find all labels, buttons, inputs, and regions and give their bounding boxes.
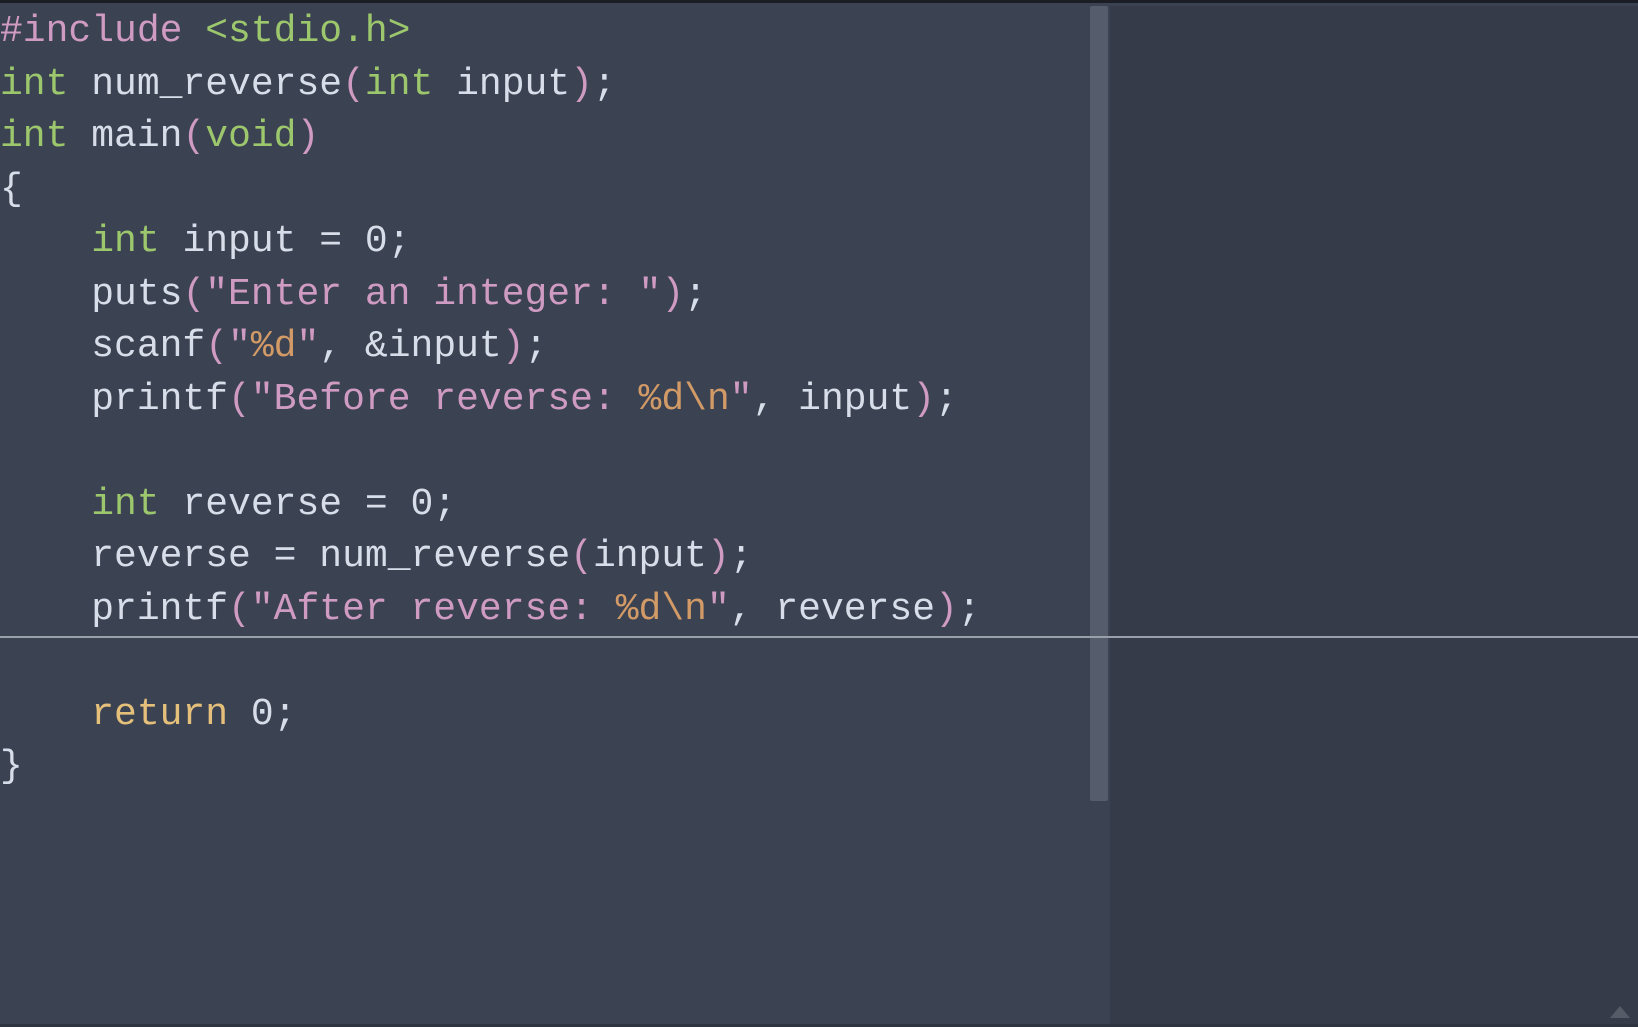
code-line-10[interactable]: int reverse = 0; (0, 479, 1088, 532)
number-literal: 0 (365, 216, 388, 268)
function-name: main (91, 111, 182, 163)
variable: input (798, 374, 912, 426)
code-line-9[interactable] (0, 426, 1088, 479)
code-line-5[interactable]: int input = 0; (0, 216, 1088, 269)
escape-sequence: \n (661, 584, 707, 636)
variable: input (388, 321, 502, 373)
variable: reverse (91, 531, 273, 583)
string-quote: " (251, 374, 274, 426)
semicolon: ; (433, 479, 456, 531)
open-brace: { (0, 164, 23, 216)
function-call: printf (91, 584, 228, 636)
escape-sequence: \n (684, 374, 730, 426)
semicolon: ; (935, 374, 958, 426)
semicolon: ; (274, 689, 297, 741)
type-keyword: int (0, 111, 68, 163)
comma: , (730, 584, 776, 636)
code-editor[interactable]: #include <stdio.h> int num_reverse(int i… (0, 6, 1088, 1027)
paren: ) (707, 531, 730, 583)
preprocessor-directive: #include (0, 6, 205, 58)
semicolon: ; (958, 584, 981, 636)
type-keyword: int (91, 479, 159, 531)
paren: ( (182, 269, 205, 321)
return-keyword: return (91, 689, 228, 741)
operator: = (365, 479, 388, 531)
paren: ) (502, 321, 525, 373)
comma: , (753, 374, 799, 426)
type-keyword: int (91, 216, 159, 268)
semicolon: ; (593, 59, 616, 111)
format-specifier: %d (616, 584, 662, 636)
code-line-4[interactable]: { (0, 164, 1088, 217)
code-line-13[interactable] (0, 636, 1088, 689)
semicolon: ; (730, 531, 753, 583)
function-call: printf (91, 374, 228, 426)
paren: ( (342, 59, 365, 111)
string-content: After reverse: (274, 584, 616, 636)
number-literal: 0 (411, 479, 434, 531)
editor-viewport: #include <stdio.h> int num_reverse(int i… (0, 0, 1638, 1024)
string-content: Before reverse: (274, 374, 639, 426)
operator: = (274, 531, 297, 583)
code-line-6[interactable]: puts("Enter an integer: "); (0, 269, 1088, 322)
code-line-1[interactable]: #include <stdio.h> (0, 6, 1088, 59)
function-call: puts (91, 269, 182, 321)
paren: ) (570, 59, 593, 111)
paren: ) (661, 269, 684, 321)
gutter-divider (1088, 6, 1110, 1024)
paren: ( (205, 321, 228, 373)
format-specifier: %d (639, 374, 685, 426)
string-quote: " (730, 374, 753, 426)
paren: ) (296, 111, 319, 163)
string-quote: " (707, 584, 730, 636)
argument: input (593, 531, 707, 583)
paren: ( (228, 584, 251, 636)
code-line-3[interactable]: int main(void) (0, 111, 1088, 164)
comma: , (319, 321, 365, 373)
operator: = (319, 216, 342, 268)
function-call: scanf (91, 321, 205, 373)
string-literal: "Enter an integer: " (205, 269, 661, 321)
resize-handle-icon[interactable] (1610, 1006, 1630, 1018)
type-keyword: int (365, 59, 433, 111)
semicolon: ; (388, 216, 411, 268)
function-name: num_reverse (91, 59, 342, 111)
format-specifier: %d (251, 321, 297, 373)
type-keyword: int (0, 59, 68, 111)
string-quote: " (228, 321, 251, 373)
semicolon: ; (684, 269, 707, 321)
code-line-15[interactable]: } (0, 741, 1088, 794)
scrollbar-thumb[interactable] (1090, 6, 1108, 801)
address-of: & (365, 321, 388, 373)
void-keyword: void (205, 111, 296, 163)
variable: reverse (775, 584, 935, 636)
paren: ) (912, 374, 935, 426)
variable: input (182, 216, 319, 268)
code-line-8[interactable]: printf("Before reverse: %d\n", input); (0, 374, 1088, 427)
right-panel (1110, 6, 1638, 1024)
paren: ( (182, 111, 205, 163)
paren: ( (228, 374, 251, 426)
paren: ( (570, 531, 593, 583)
code-line-7[interactable]: scanf("%d", &input); (0, 321, 1088, 374)
code-line-12-current[interactable]: printf("After reverse: %d\n", reverse); (0, 584, 1088, 637)
string-quote: " (296, 321, 319, 373)
function-call: num_reverse (319, 531, 570, 583)
number-literal: 0 (251, 689, 274, 741)
include-path: <stdio.h> (205, 6, 410, 58)
semicolon: ; (525, 321, 548, 373)
string-quote: " (251, 584, 274, 636)
parameter: input (456, 59, 570, 111)
variable: reverse (182, 479, 364, 531)
code-line-14[interactable]: return 0; (0, 689, 1088, 742)
code-line-2[interactable]: int num_reverse(int input); (0, 59, 1088, 112)
close-brace: } (0, 741, 23, 793)
paren: ) (935, 584, 958, 636)
code-line-11[interactable]: reverse = num_reverse(input); (0, 531, 1088, 584)
